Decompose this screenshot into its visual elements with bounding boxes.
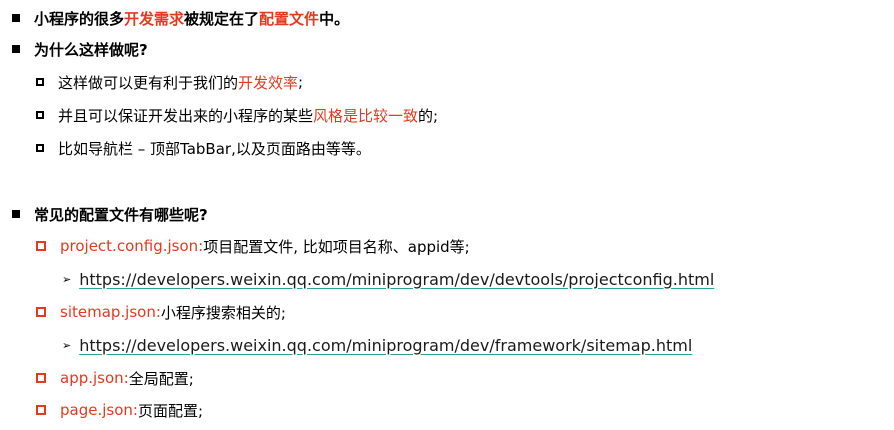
highlight-text: 开发效率 xyxy=(238,73,299,92)
line-project-config-link: ➢ https://developers.weixin.qq.com/minip… xyxy=(62,266,714,292)
square-bullet-icon xyxy=(12,45,20,53)
line-sitemap: sitemap.json: 小程序搜索相关的; xyxy=(36,299,286,325)
text: 项目配置文件, 比如项目名称、appid等; xyxy=(203,237,470,256)
line-why-question: 为什么这样做呢? xyxy=(12,36,148,62)
hollow-square-bullet-icon xyxy=(36,78,44,86)
sitemap-doc-link[interactable]: https://developers.weixin.qq.com/minipro… xyxy=(79,336,692,355)
line-page-json: page.json: 页面配置; xyxy=(36,397,203,423)
highlight-text: 开发需求 xyxy=(124,9,185,28)
config-name: sitemap.json: xyxy=(60,303,161,321)
text: ; xyxy=(298,73,304,91)
red-square-bullet-icon xyxy=(36,405,46,415)
hollow-square-bullet-icon xyxy=(36,111,44,119)
highlight-text: 配置文件 xyxy=(259,9,320,28)
red-square-bullet-icon xyxy=(36,307,46,317)
text: 被规定在了 xyxy=(184,9,260,28)
arrow-bullet-icon: ➢ xyxy=(62,272,72,286)
line-sitemap-link: ➢ https://developers.weixin.qq.com/minip… xyxy=(62,332,692,358)
text: 并且可以保证开发出来的小程序的某些 xyxy=(58,106,314,125)
line-example: 比如导航栏 – 顶部TabBar,以及页面路由等等。 xyxy=(36,135,371,161)
text: 小程序搜索相关的; xyxy=(160,303,286,322)
text: 比如导航栏 – 顶部TabBar,以及页面路由等等。 xyxy=(58,139,371,158)
arrow-bullet-icon: ➢ xyxy=(62,338,72,352)
config-name: app.json: xyxy=(60,369,129,387)
line-common-configs: 常见的配置文件有哪些呢? xyxy=(12,201,208,227)
text: 小程序的很多 xyxy=(34,9,125,28)
line-app-json: app.json: 全局配置; xyxy=(36,365,194,391)
square-bullet-icon xyxy=(12,210,20,218)
line-efficiency: 这样做可以更有利于我们的 开发效率 ; xyxy=(36,69,303,95)
hollow-square-bullet-icon xyxy=(36,144,44,152)
config-name: project.config.json: xyxy=(60,237,204,255)
square-bullet-icon xyxy=(12,14,20,22)
line-config-intro: 小程序的很多 开发需求 被规定在了 配置文件 中。 xyxy=(12,5,349,31)
text: 常见的配置文件有哪些呢? xyxy=(34,205,208,224)
text: 为什么这样做呢? xyxy=(34,40,148,59)
red-square-bullet-icon xyxy=(36,241,46,251)
line-consistency: 并且可以保证开发出来的小程序的某些 风格是比较一致 的; xyxy=(36,102,438,128)
red-square-bullet-icon xyxy=(36,373,46,383)
text: 中。 xyxy=(319,9,350,28)
projectconfig-doc-link[interactable]: https://developers.weixin.qq.com/minipro… xyxy=(79,270,714,289)
text: 页面配置; xyxy=(137,401,204,420)
line-project-config: project.config.json: 项目配置文件, 比如项目名称、appi… xyxy=(36,233,470,259)
highlight-text: 风格是比较一致 xyxy=(313,106,419,125)
text: 这样做可以更有利于我们的 xyxy=(58,73,239,92)
text: 的; xyxy=(418,106,439,125)
text: 全局配置; xyxy=(128,369,194,388)
config-name: page.json: xyxy=(60,401,138,419)
